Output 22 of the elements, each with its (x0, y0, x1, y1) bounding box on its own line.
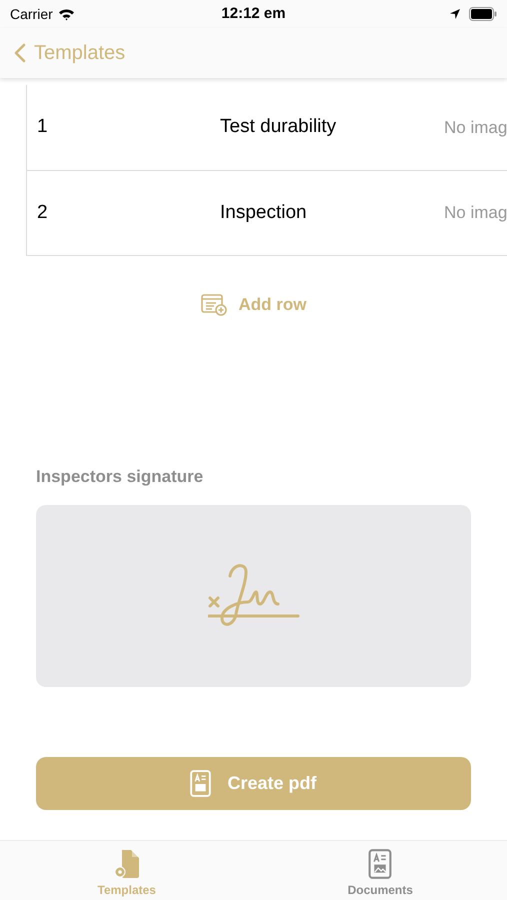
clock-time: 12:12 em (220, 4, 287, 24)
table-cell-text: 2 (36, 200, 49, 225)
add-row-button[interactable]: Add row (200, 292, 306, 318)
table-cell-text: Inspection (220, 200, 308, 225)
document-image-icon (190, 770, 212, 797)
chevron-left-icon (14, 43, 26, 63)
back-button[interactable]: Templates (14, 38, 126, 68)
table-cell-text: Test durability (220, 115, 338, 140)
tab-item[interactable]: Templates (0, 841, 254, 900)
signature-label: Inspectors signature (36, 466, 204, 488)
document-image-icon (368, 848, 392, 878)
create-pdf-button[interactable]: Create pdf (36, 757, 471, 810)
carrier-label: Carrier (10, 4, 53, 24)
battery-icon (469, 7, 497, 21)
wifi-icon (58, 8, 75, 20)
table-cell-text: 1 (36, 115, 49, 140)
list-add-icon (200, 294, 226, 316)
table-cell-text: No imag (444, 116, 507, 139)
signature-pad[interactable] (36, 505, 471, 687)
tab-item[interactable]: Documents (254, 841, 507, 900)
table-cell-text: No imag (444, 202, 507, 224)
location-arrow-icon (449, 8, 461, 20)
